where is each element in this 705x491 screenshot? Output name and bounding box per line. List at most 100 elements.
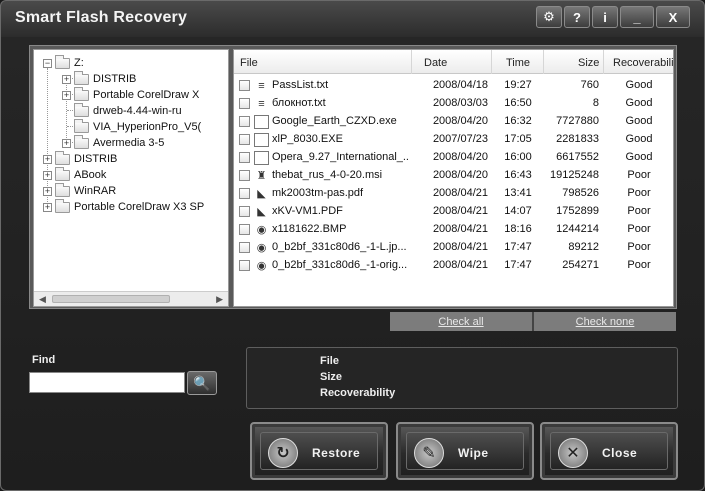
file-time: 16:50 [504, 97, 532, 109]
file-size: 89212 [568, 241, 599, 253]
file-name: Opera_9.27_International_... [272, 151, 408, 163]
tree-node-drweb[interactable]: drweb-4.44-win-ru [74, 102, 182, 119]
folder-icon [74, 102, 89, 117]
wipe-button[interactable]: ✎ Wipe [396, 422, 534, 480]
file-time: 19:27 [504, 79, 532, 91]
row-checkbox[interactable] [239, 206, 250, 217]
tree-node-via-hyperion[interactable]: VIA_HyperionPro_V5( [74, 118, 202, 135]
tree-node-z[interactable]: − Z: [43, 54, 84, 71]
file-time: 17:47 [504, 259, 532, 271]
row-checkbox[interactable] [239, 170, 250, 181]
table-row[interactable]: ◣ xKV-VM1.PDF 2008/04/21 14:07 1752899 Poor [234, 202, 673, 220]
info-button[interactable]: i [592, 6, 618, 28]
file-size: 8 [592, 97, 599, 109]
file-date: 2007/07/23 [432, 133, 488, 145]
expand-icon[interactable]: + [43, 186, 52, 196]
close-window-button[interactable]: X [656, 6, 690, 28]
folder-icon [74, 134, 89, 149]
expand-icon[interactable]: + [62, 74, 71, 84]
file-time: 13:41 [504, 187, 532, 199]
row-checkbox[interactable] [239, 116, 250, 127]
tree-node-label: VIA_HyperionPro_V5( [93, 121, 202, 133]
file-size: 760 [580, 79, 599, 91]
tree-node-label: Avermedia 3-5 [93, 137, 165, 149]
column-header-recoverability[interactable]: Recoverability [613, 57, 673, 69]
file-recoverability: Poor [627, 187, 651, 199]
file-date: 2008/04/20 [432, 115, 488, 127]
pdf-file-icon: ◣ [257, 188, 266, 200]
table-row[interactable]: Google_Earth_CZXD.exe 2008/04/20 16:32 7727… [234, 112, 673, 130]
tree-node-winrar[interactable]: + WinRAR [43, 182, 116, 199]
file-recoverability: Good [625, 115, 653, 127]
column-header-date[interactable]: Date [424, 57, 447, 69]
table-row[interactable]: ◉ x1181622.BMP 2008/04/21 18:16 1244214 Poor [234, 220, 673, 238]
file-name: блокнот.txt [272, 97, 326, 109]
row-checkbox[interactable] [239, 134, 250, 145]
settings-icon: ⚙ [543, 9, 555, 24]
file-recoverability: Good [625, 151, 653, 163]
row-checkbox[interactable] [239, 260, 250, 271]
table-row[interactable]: ≡ блокнот.txt 2008/03/03 16:50 8 Good [234, 94, 673, 112]
row-checkbox[interactable] [239, 152, 250, 163]
help-button[interactable]: ? [564, 6, 590, 28]
collapse-icon[interactable]: − [43, 58, 52, 68]
row-checkbox[interactable] [239, 242, 250, 253]
row-checkbox[interactable] [239, 80, 250, 91]
expand-icon[interactable]: + [43, 202, 52, 212]
tree-node-abook[interactable]: + ABook [43, 166, 107, 183]
close-circle-icon: ✕ [558, 438, 588, 468]
exe-file-icon [254, 151, 269, 165]
tree-node-portable-coreldraw[interactable]: + Portable CorelDraw X [62, 86, 200, 103]
file-recoverability: Poor [627, 241, 651, 253]
tree-node-avermedia[interactable]: + Avermedia 3-5 [62, 134, 165, 151]
minimize-icon: _ [633, 9, 641, 25]
tree-node-label: ABook [74, 169, 107, 181]
table-row[interactable]: ≡ PassList.txt 2008/04/18 19:27 760 Good [234, 76, 673, 94]
file-date: 2008/04/21 [432, 241, 488, 253]
table-row[interactable]: xlP_8030.EXE 2007/07/23 17:05 2281833 Good [234, 130, 673, 148]
scrollbar-thumb[interactable] [52, 295, 170, 303]
expand-icon[interactable]: + [62, 90, 71, 100]
file-size: 7727880 [556, 115, 599, 127]
table-row[interactable]: ◣ mk2003tm-pas.pdf 2008/04/21 13:41 798526 Po… [234, 184, 673, 202]
find-button[interactable]: 🔍 [187, 371, 217, 395]
table-row[interactable]: ♜ thebat_rus_4-0-20.msi 2008/04/20 16:43 191… [234, 166, 673, 184]
find-input[interactable] [29, 372, 185, 393]
scroll-right-icon[interactable]: ▶ [216, 294, 223, 305]
folder-icon [74, 118, 89, 133]
close-button[interactable]: ✕ Close [540, 422, 678, 480]
column-header-size[interactable]: Size [578, 57, 599, 69]
folder-tree[interactable]: − Z: + DISTRIB + Portable CorelDraw X dr… [33, 49, 229, 307]
settings-button[interactable]: ⚙ [536, 6, 562, 28]
image-file-icon: ◉ [256, 224, 267, 236]
info-recoverability-label: Recoverability [320, 387, 396, 399]
tree-node-portable-coreldraw-x3[interactable]: + Portable CorelDraw X3 SP [43, 198, 204, 215]
column-header-file[interactable]: File [240, 57, 258, 69]
restore-button[interactable]: ↻ Restore [250, 422, 388, 480]
check-all-button[interactable]: Check all [390, 312, 534, 331]
tree-node-label: DISTRIB [74, 153, 118, 165]
tree-horizontal-scrollbar[interactable]: ◀ ▶ [34, 291, 228, 306]
table-row[interactable]: ◉ 0_b2bf_331c80d6_-1-orig... 2008/04/21 17:… [234, 256, 673, 274]
find-label: Find [32, 354, 56, 366]
file-name: 0_b2bf_331c80d6_-1-L.jp... [272, 241, 407, 253]
expand-icon[interactable]: + [62, 138, 71, 148]
expand-icon[interactable]: + [43, 154, 52, 164]
scroll-left-icon[interactable]: ◀ [39, 294, 46, 305]
expand-icon[interactable]: + [43, 170, 52, 180]
tree-node-distrib[interactable]: + DISTRIB [62, 70, 136, 87]
table-row[interactable]: ◉ 0_b2bf_331c80d6_-1-L.jp... 2008/04/21 17:… [234, 238, 673, 256]
row-checkbox[interactable] [239, 98, 250, 109]
tree-node-label: Portable CorelDraw X [93, 89, 200, 101]
check-none-button[interactable]: Check none [534, 312, 676, 331]
row-checkbox[interactable] [239, 224, 250, 235]
image-file-icon: ◉ [256, 242, 267, 254]
file-recoverability: Good [625, 133, 653, 145]
file-list: File Date Time Size Recoverability ≡ Pass… [233, 49, 674, 307]
minimize-button[interactable]: _ [620, 6, 654, 28]
file-size: 2281833 [556, 133, 599, 145]
column-header-time[interactable]: Time [506, 57, 530, 69]
row-checkbox[interactable] [239, 188, 250, 199]
tree-node-distrib-root[interactable]: + DISTRIB [43, 150, 118, 167]
table-row[interactable]: Opera_9.27_International_... 2008/04/20 16… [234, 148, 673, 166]
